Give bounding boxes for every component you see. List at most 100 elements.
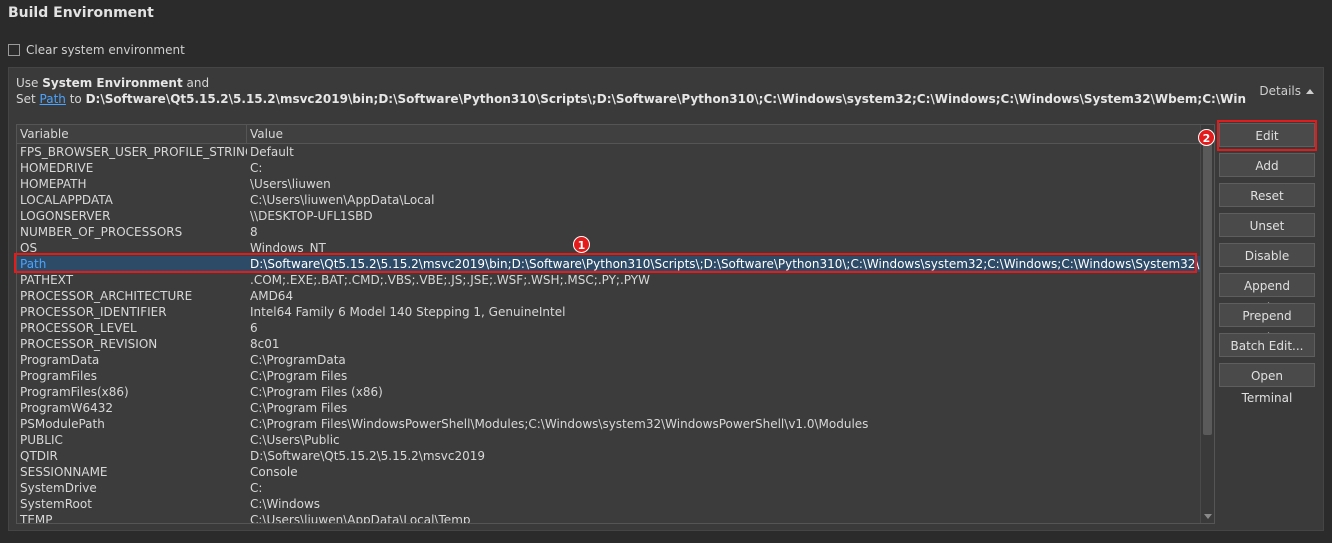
reset-button[interactable]: Reset: [1219, 183, 1315, 207]
table-row[interactable]: PROCESSOR_LEVEL 6: [17, 320, 1201, 336]
variable-cell: PROCESSOR_REVISION: [20, 337, 158, 351]
system-environment-label: System Environment: [42, 76, 183, 90]
value-cell: \\DESKTOP-UFL1SBD: [250, 209, 373, 223]
open-terminal-button[interactable]: Open Terminal: [1219, 363, 1315, 405]
variable-cell: HOMEDRIVE: [20, 161, 94, 175]
variable-cell: PROCESSOR_IDENTIFIER: [20, 305, 167, 319]
table-row[interactable]: ProgramData C:\ProgramData: [17, 352, 1201, 368]
variable-cell: PATHEXT: [20, 273, 74, 287]
scrollbar-thumb[interactable]: [1203, 139, 1212, 435]
value-cell: 6: [250, 321, 258, 335]
table-row[interactable]: TEMP C:\Users\liuwen\AppData\Local\Temp: [17, 512, 1201, 524]
table-row[interactable]: PUBLIC C:\Users\Public: [17, 432, 1201, 448]
variable-cell: ProgramFiles: [20, 369, 97, 383]
variable-cell: PROCESSOR_LEVEL: [20, 321, 137, 335]
table-row[interactable]: ProgramFiles(x86) C:\Program Files (x86): [17, 384, 1201, 400]
unset-button[interactable]: Unset: [1219, 213, 1315, 237]
variable-cell: TEMP: [20, 513, 53, 524]
environment-panel: Use System Environment and Set Path to D…: [8, 67, 1324, 531]
table-row[interactable]: PROCESSOR_IDENTIFIER Intel64 Family 6 Mod…: [17, 304, 1201, 320]
variable-cell: NUMBER_OF_PROCESSORS: [20, 225, 183, 239]
table-row[interactable]: SystemRoot C:\Windows: [17, 496, 1201, 512]
details-toggle[interactable]: Details: [1259, 84, 1314, 98]
variable-cell: LOCALAPPDATA: [20, 193, 113, 207]
variable-cell: SystemDrive: [20, 481, 97, 495]
chevron-up-icon: [1306, 88, 1314, 94]
value-cell: Console: [250, 465, 298, 479]
path-summary-value: D:\Software\Qt5.15.2\5.15.2\msvc2019\bin…: [85, 92, 1246, 106]
value-cell: C:\ProgramData: [250, 353, 346, 367]
path-link[interactable]: Path: [40, 92, 66, 106]
value-cell: C:\Users\Public: [250, 433, 340, 447]
table-row[interactable]: ProgramW6432 C:\Program Files: [17, 400, 1201, 416]
disable-button[interactable]: Disable: [1219, 243, 1315, 267]
value-cell: AMD64: [250, 289, 294, 303]
variable-cell: HOMEPATH: [20, 177, 87, 191]
value-cell: C:\Users\liuwen\AppData\Local\Temp: [250, 513, 471, 524]
value-cell: .COM;.EXE;.BAT;.CMD;.VBS;.VBE;.JS;.JSE;.…: [250, 273, 650, 287]
value-cell: C:\Program Files (x86): [250, 385, 383, 399]
scroll-down-arrow-icon[interactable]: [1204, 514, 1212, 519]
table-row[interactable]: SESSIONNAME Console: [17, 464, 1201, 480]
summary-line-2: Set Path to D:\Software\Qt5.15.2\5.15.2\…: [16, 91, 1246, 107]
clear-system-environment-option[interactable]: Clear system environment: [8, 42, 185, 58]
variable-cell: FPS_BROWSER_USER_PROFILE_STRING: [20, 145, 247, 159]
table-row[interactable]: QTDIR D:\Software\Qt5.15.2\5.15.2\msvc201…: [17, 448, 1201, 464]
value-cell: Intel64 Family 6 Model 140 Stepping 1, G…: [250, 305, 566, 319]
add-button[interactable]: Add: [1219, 153, 1315, 177]
prepend-path-button[interactable]: Prepend Path...: [1219, 303, 1315, 345]
table-row[interactable]: HOMEDRIVE C:: [17, 160, 1201, 176]
batch-edit-button[interactable]: Batch Edit...: [1219, 333, 1315, 357]
value-cell: C:: [250, 161, 263, 175]
value-cell: D:\Software\Qt5.15.2\5.15.2\msvc2019: [250, 449, 486, 463]
table-body: FPS_BROWSER_USER_PROFILE_STRING Default HO…: [17, 144, 1201, 524]
value-cell: C:\Windows: [250, 497, 321, 511]
table-row[interactable]: PROCESSOR_ARCHITECTURE AMD64: [17, 288, 1201, 304]
summary-line-1: Use System Environment and: [16, 76, 210, 90]
table-row[interactable]: ProgramFiles C:\Program Files: [17, 368, 1201, 384]
value-cell: C:\Program Files: [250, 369, 348, 383]
annotation-marker-2: 2: [1198, 129, 1215, 146]
value-cell: \Users\liuwen: [250, 177, 331, 191]
value-cell: C:\Program Files\WindowsPowerShell\Modul…: [250, 417, 869, 431]
clear-system-environment-label: Clear system environment: [26, 43, 185, 57]
value-cell: 8: [250, 225, 258, 239]
table-scrollbar[interactable]: [1200, 125, 1214, 523]
table-row[interactable]: NUMBER_OF_PROCESSORS 8: [17, 224, 1201, 240]
section-title: Build Environment: [8, 5, 154, 21]
table-row[interactable]: LOCALAPPDATA C:\Users\liuwen\AppData\Loca…: [17, 192, 1201, 208]
variable-cell: PUBLIC: [20, 433, 63, 447]
column-header-value[interactable]: Value: [247, 125, 1201, 143]
value-cell: C:: [250, 481, 263, 495]
edit-button-highlight-annotation: [1217, 120, 1317, 151]
details-label: Details: [1259, 84, 1301, 98]
environment-summary: Use System Environment and Set Path to D…: [16, 75, 1246, 107]
variable-cell: LOGONSERVER: [20, 209, 111, 223]
annotation-marker-1: 1: [573, 236, 590, 253]
value-cell: C:\Users\liuwen\AppData\Local: [250, 193, 435, 207]
path-row-highlight-annotation: [14, 253, 1197, 273]
clear-system-environment-checkbox[interactable]: [8, 44, 20, 56]
table-row[interactable]: LOGONSERVER \\DESKTOP-UFL1SBD: [17, 208, 1201, 224]
table-row[interactable]: PSModulePath C:\Program Files\WindowsPowe…: [17, 416, 1201, 432]
variable-cell: ProgramData: [20, 353, 100, 367]
table-row[interactable]: FPS_BROWSER_USER_PROFILE_STRING Default: [17, 144, 1201, 160]
environment-table: Variable Value FPS_BROWSER_USER_PROFILE_…: [16, 124, 1215, 524]
table-row[interactable]: PATHEXT .COM;.EXE;.BAT;.CMD;.VBS;.VBE;.JS…: [17, 272, 1201, 288]
column-header-variable[interactable]: Variable: [17, 125, 247, 143]
variable-cell: QTDIR: [20, 449, 58, 463]
variable-cell: SystemRoot: [20, 497, 92, 511]
table-row[interactable]: HOMEPATH \Users\liuwen: [17, 176, 1201, 192]
value-cell: C:\Program Files: [250, 401, 348, 415]
variable-cell: PSModulePath: [20, 417, 105, 431]
table-row[interactable]: SystemDrive C:: [17, 480, 1201, 496]
variable-cell: ProgramFiles(x86): [20, 385, 129, 399]
append-path-button[interactable]: Append Path...: [1219, 273, 1315, 315]
table-header: Variable Value: [17, 125, 1201, 144]
variable-cell: PROCESSOR_ARCHITECTURE: [20, 289, 193, 303]
value-cell: Default: [250, 145, 294, 159]
variable-cell: SESSIONNAME: [20, 465, 108, 479]
table-row[interactable]: PROCESSOR_REVISION 8c01: [17, 336, 1201, 352]
variable-cell: ProgramW6432: [20, 401, 114, 415]
value-cell: 8c01: [250, 337, 280, 351]
